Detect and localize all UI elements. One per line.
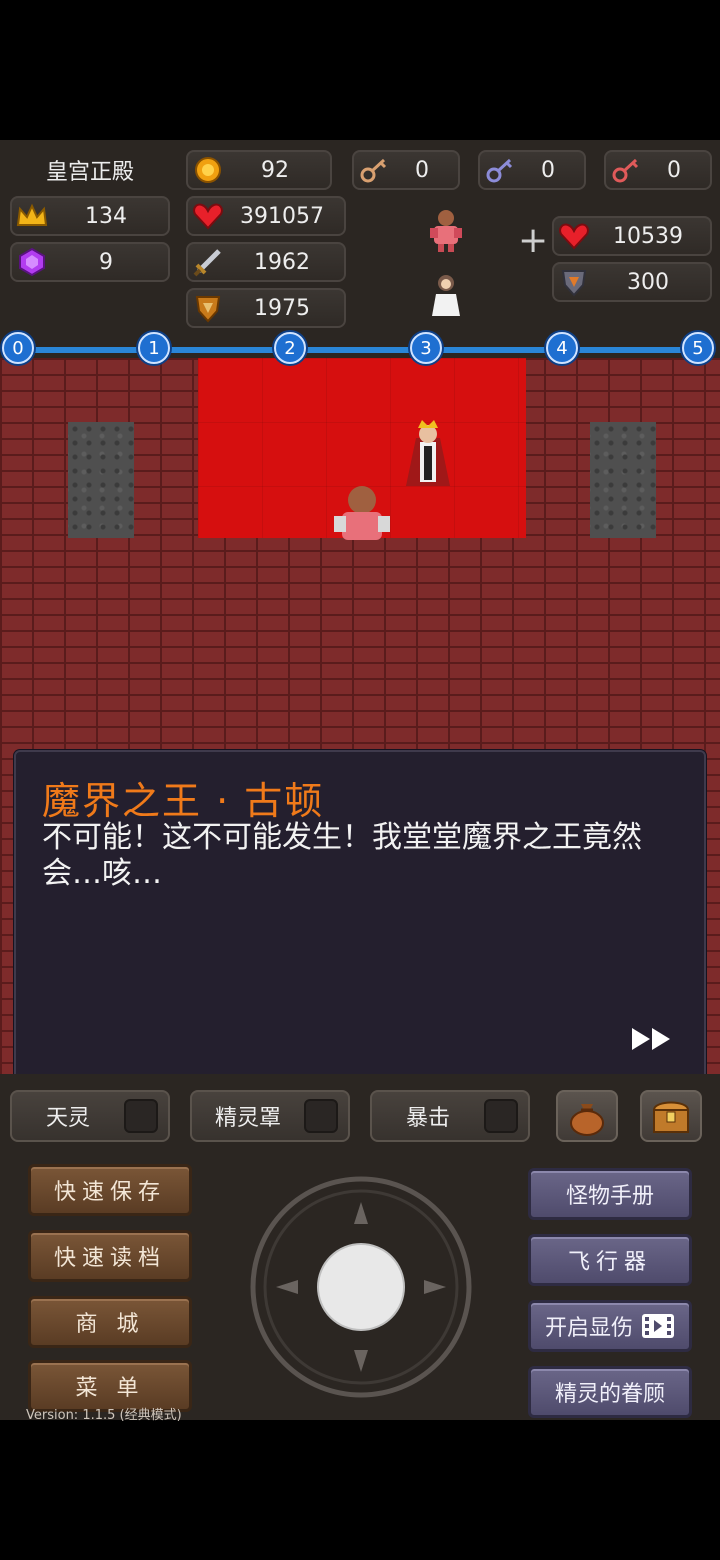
floor-name: 皇宫正殿 bbox=[45, 160, 134, 185]
yellow-key-value: 0 bbox=[415, 157, 429, 183]
attack-counter: 1962 bbox=[186, 242, 346, 282]
gold-coin-icon bbox=[188, 156, 228, 184]
hero-sprite bbox=[334, 486, 390, 540]
video-icon bbox=[642, 1314, 674, 1338]
control-panel: 天灵 精灵罩 暴击 快速保存 快速读档 商 城 菜 单 怪物手册 飞行器 开启显… bbox=[0, 1074, 720, 1423]
bonus-defense-value: 300 bbox=[627, 269, 669, 295]
red-key-icon bbox=[606, 155, 646, 185]
flyer-button[interactable]: 飞行器 bbox=[528, 1234, 692, 1286]
game-screen: 皇宫正殿 92 0 0 0 134 391057 9 1962 1975 + 1… bbox=[0, 140, 720, 1423]
fast-forward-icon[interactable] bbox=[630, 1026, 674, 1052]
dialog-speaker: 魔界之王 · 古顿 bbox=[42, 779, 325, 823]
timeline-node-3[interactable]: 3 bbox=[410, 332, 442, 364]
joystick-knob[interactable] bbox=[317, 1243, 405, 1331]
stone-pillar bbox=[68, 422, 134, 538]
bag-button[interactable] bbox=[556, 1090, 618, 1142]
defense-value: 1975 bbox=[254, 295, 310, 321]
yellow-key-counter: 0 bbox=[352, 150, 460, 190]
shield-icon bbox=[554, 267, 594, 297]
dialog-text: 不可能！这不可能发生！我堂堂魔界之王竟然会…咳… bbox=[42, 820, 642, 891]
shield-icon bbox=[188, 293, 228, 323]
gem-value: 9 bbox=[99, 249, 113, 275]
chest-button[interactable] bbox=[640, 1090, 702, 1142]
toggle-checkbox[interactable] bbox=[304, 1099, 338, 1133]
gem-icon bbox=[12, 247, 52, 277]
plus-sign: + bbox=[518, 220, 549, 261]
dialog-box[interactable]: 魔界之王 · 古顿 不可能！这不可能发生！我堂堂魔界之王竟然会…咳… bbox=[14, 750, 706, 1074]
toggle-label: 暴击 bbox=[405, 1106, 450, 1131]
version-text: Version: 1.1.5 (经典模式) bbox=[26, 1408, 182, 1423]
quick-load-button[interactable]: 快速读档 bbox=[28, 1230, 192, 1282]
monster-manual-button[interactable]: 怪物手册 bbox=[528, 1168, 692, 1220]
red-key-value: 0 bbox=[667, 157, 681, 183]
bag-icon bbox=[570, 1104, 604, 1136]
flyer-label: 飞行器 bbox=[567, 1250, 652, 1275]
demon-king-sprite[interactable] bbox=[398, 418, 458, 488]
attack-value: 1962 bbox=[254, 249, 310, 275]
toggle-tianling[interactable]: 天灵 bbox=[10, 1090, 170, 1142]
timeline-node-0[interactable]: 0 bbox=[2, 332, 34, 364]
joystick-right-arrow[interactable] bbox=[424, 1280, 446, 1294]
yellow-key-icon bbox=[354, 155, 394, 185]
fairy-blessing-label: 精灵的眷顾 bbox=[554, 1382, 665, 1407]
hp-counter: 391057 bbox=[186, 196, 346, 236]
quick-save-button[interactable]: 快速保存 bbox=[28, 1164, 192, 1216]
chest-icon bbox=[652, 1101, 690, 1133]
heart-icon bbox=[554, 222, 594, 250]
toggle-baoji[interactable]: 暴击 bbox=[370, 1090, 530, 1142]
monster-manual-label: 怪物手册 bbox=[565, 1184, 654, 1209]
timeline-node-2[interactable]: 2 bbox=[274, 332, 306, 364]
timeline-bar bbox=[18, 347, 698, 353]
game-map[interactable]: 魔界之王 · 古顿 不可能！这不可能发生！我堂堂魔界之王竟然会…咳… bbox=[0, 358, 720, 1074]
sword-icon bbox=[188, 247, 228, 277]
level-counter: 134 bbox=[10, 196, 170, 236]
fairy-blessing-button[interactable]: 精灵的眷顾 bbox=[528, 1366, 692, 1418]
gold-counter: 92 bbox=[186, 150, 332, 190]
bonus-hp-counter: 10539 bbox=[552, 216, 712, 256]
timeline-node-4[interactable]: 4 bbox=[546, 332, 578, 364]
toggle-label: 精灵罩 bbox=[214, 1106, 281, 1131]
bonus-hp-value: 10539 bbox=[613, 223, 683, 249]
blue-key-counter: 0 bbox=[478, 150, 586, 190]
fairy-portrait bbox=[432, 275, 460, 316]
joystick[interactable] bbox=[248, 1174, 474, 1400]
crown-icon bbox=[12, 203, 52, 229]
shop-button[interactable]: 商 城 bbox=[28, 1296, 192, 1348]
floor-timeline: 0 1 2 3 4 5 bbox=[0, 332, 720, 366]
hp-value: 391057 bbox=[240, 203, 324, 229]
level-value: 134 bbox=[85, 203, 127, 229]
heart-icon bbox=[188, 202, 228, 230]
defense-counter: 1975 bbox=[186, 288, 346, 328]
timeline-node-5[interactable]: 5 bbox=[682, 332, 714, 364]
joystick-down-arrow[interactable] bbox=[354, 1350, 368, 1372]
toggle-checkbox[interactable] bbox=[484, 1099, 518, 1133]
toggle-label: 天灵 bbox=[45, 1106, 90, 1131]
stone-pillar bbox=[590, 422, 656, 538]
gold-value: 92 bbox=[261, 157, 289, 183]
gem-counter: 9 bbox=[10, 242, 170, 282]
toggle-jinglingzhao[interactable]: 精灵罩 bbox=[190, 1090, 350, 1142]
blue-key-icon bbox=[480, 155, 520, 185]
blue-key-value: 0 bbox=[541, 157, 555, 183]
joystick-left-arrow[interactable] bbox=[276, 1280, 298, 1294]
toggle-checkbox[interactable] bbox=[124, 1099, 158, 1133]
hero-portrait bbox=[430, 210, 462, 252]
red-key-counter: 0 bbox=[604, 150, 712, 190]
joystick-up-arrow[interactable] bbox=[354, 1202, 368, 1224]
show-damage-button[interactable]: 开启显伤 bbox=[528, 1300, 692, 1352]
bonus-defense-counter: 300 bbox=[552, 262, 712, 302]
timeline-node-1[interactable]: 1 bbox=[138, 332, 170, 364]
show-damage-label: 开启显伤 bbox=[544, 1316, 633, 1341]
